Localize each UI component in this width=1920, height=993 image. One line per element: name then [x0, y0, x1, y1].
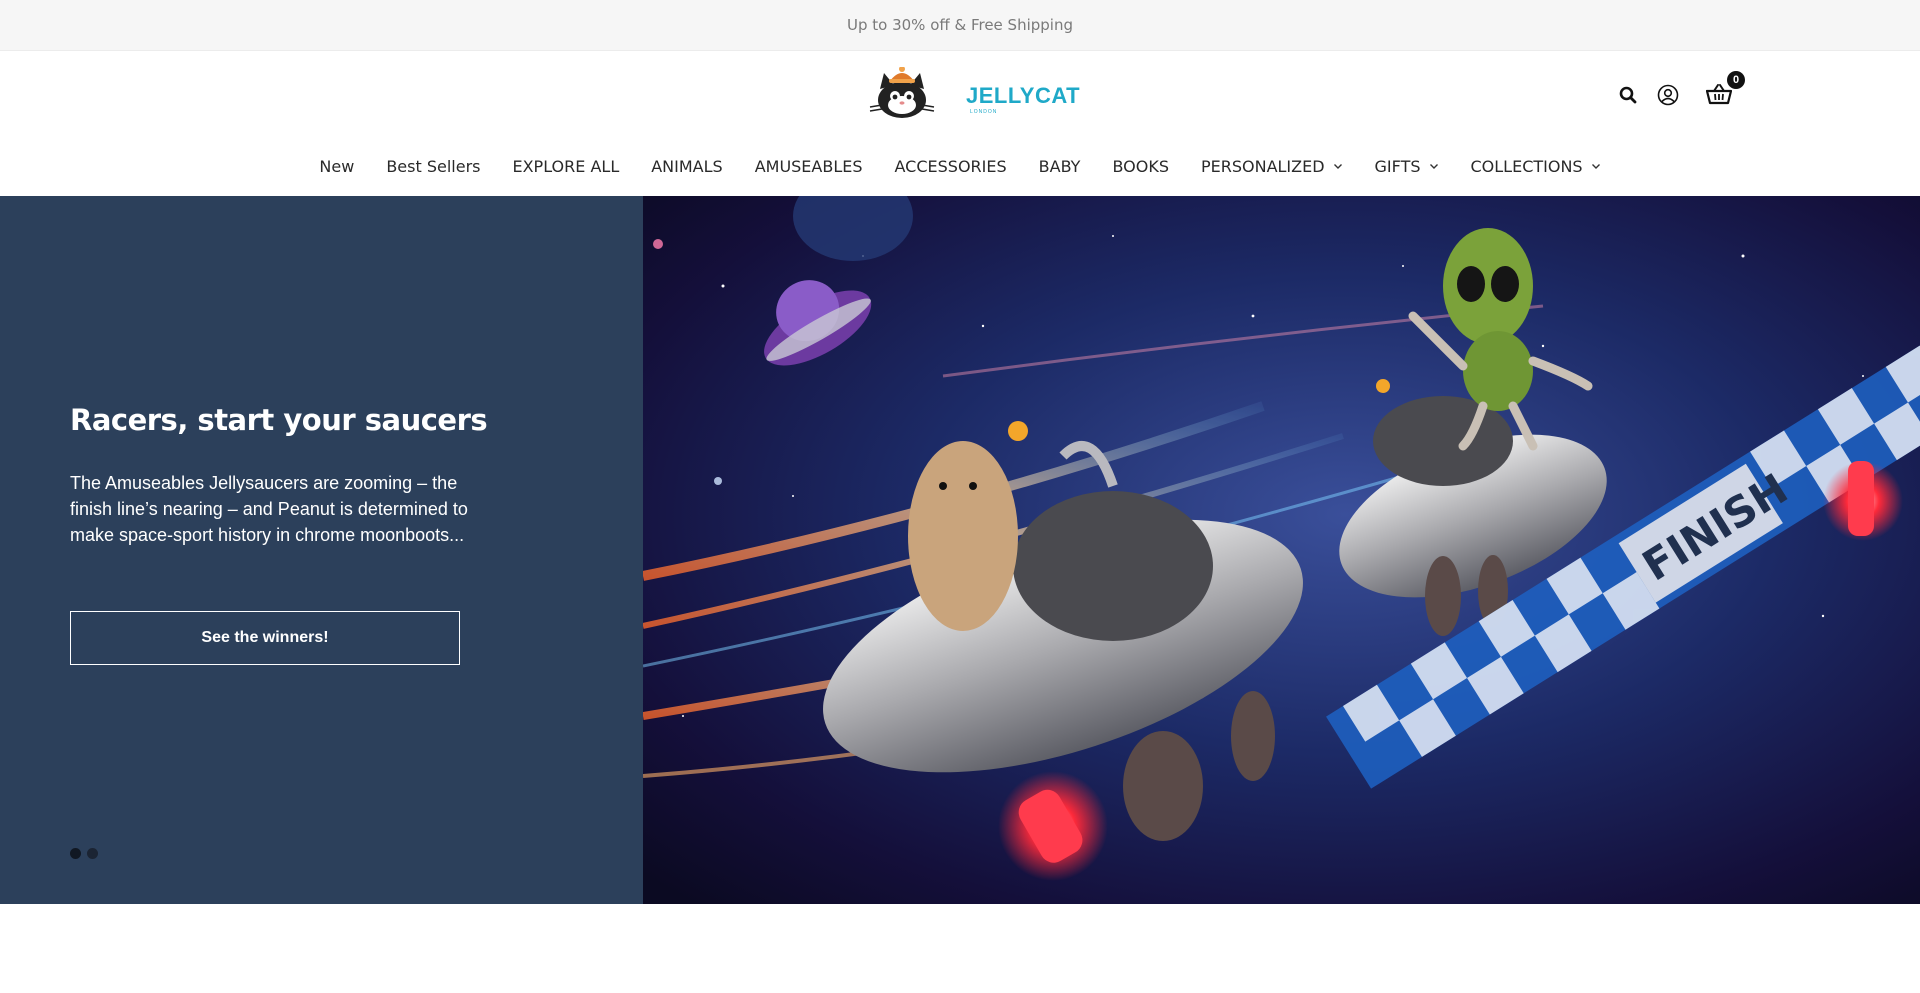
nav-item-label: ACCESSORIES — [894, 156, 1007, 176]
slide-dot-2[interactable] — [87, 848, 98, 859]
nav-item-best-sellers[interactable]: Best Sellers — [370, 157, 496, 176]
logo-subtext: LONDON — [970, 109, 998, 115]
main-navigation: New Best Sellers EXPLORE ALL ANIMALS AMU… — [0, 151, 1920, 181]
chevron-down-icon — [1333, 164, 1342, 169]
nav-item-label: AMUSEABLES — [754, 156, 863, 176]
see-winners-button[interactable]: See the winners! — [70, 611, 460, 665]
space-race-illustration: FINISH — [643, 196, 1920, 904]
announcement-text: Up to 30% off & Free Shipping — [847, 16, 1073, 34]
hero-image: FINISH — [643, 196, 1920, 904]
nav-item-label: PERSONALIZED — [1200, 156, 1325, 176]
hero-title: Racers, start your saucers — [70, 403, 488, 437]
chevron-down-icon — [1429, 164, 1438, 169]
nav-item-label: ANIMALS — [651, 156, 723, 176]
nav-item-label: BABY — [1038, 156, 1081, 176]
chevron-down-icon — [1591, 164, 1600, 169]
announcement-bar: Up to 30% off & Free Shipping — [0, 0, 1920, 51]
account-button[interactable] — [1655, 82, 1681, 108]
basket-icon — [1706, 84, 1732, 105]
nav-item-label: GIFTS — [1374, 156, 1421, 176]
site-header: JELLYCAT LONDON 0 New Best Sellers EXPLO… — [0, 51, 1920, 196]
nav-item-animals[interactable]: ANIMALS — [635, 157, 738, 176]
nav-item-personalized[interactable]: PERSONALIZED — [1185, 157, 1359, 176]
nav-item-label: Best Sellers — [386, 156, 481, 176]
nav-item-label: EXPLORE ALL — [512, 156, 620, 176]
user-icon — [1657, 84, 1679, 106]
hero-text-panel: Racers, start your saucers The Amuseable… — [0, 196, 643, 904]
search-icon — [1619, 86, 1637, 104]
slide-dot-1[interactable] — [70, 848, 81, 859]
nav-item-label: BOOKS — [1112, 156, 1169, 176]
nav-item-label: COLLECTIONS — [1470, 156, 1583, 176]
nav-item-accessories[interactable]: ACCESSORIES — [879, 157, 1023, 176]
nav-item-gifts[interactable]: GIFTS — [1359, 157, 1455, 176]
nav-item-baby[interactable]: BABY — [1023, 157, 1097, 176]
nav-item-label: New — [319, 156, 355, 176]
hero-slider: Racers, start your saucers The Amuseable… — [0, 196, 1920, 904]
logo-wordmark: JELLYCAT — [966, 83, 1081, 108]
search-button[interactable] — [1616, 83, 1640, 107]
nav-item-collections[interactable]: COLLECTIONS — [1455, 157, 1617, 176]
hero-description: The Amuseables Jellysaucers are zooming … — [70, 473, 468, 545]
nav-item-explore-all[interactable]: EXPLORE ALL — [496, 157, 635, 176]
cart-count-badge: 0 — [1727, 71, 1745, 89]
nav-item-amuseables[interactable]: AMUSEABLES — [739, 157, 879, 176]
nav-item-books[interactable]: BOOKS — [1096, 157, 1185, 176]
nav-item-new[interactable]: New — [303, 157, 370, 176]
slide-pagination — [70, 848, 98, 859]
